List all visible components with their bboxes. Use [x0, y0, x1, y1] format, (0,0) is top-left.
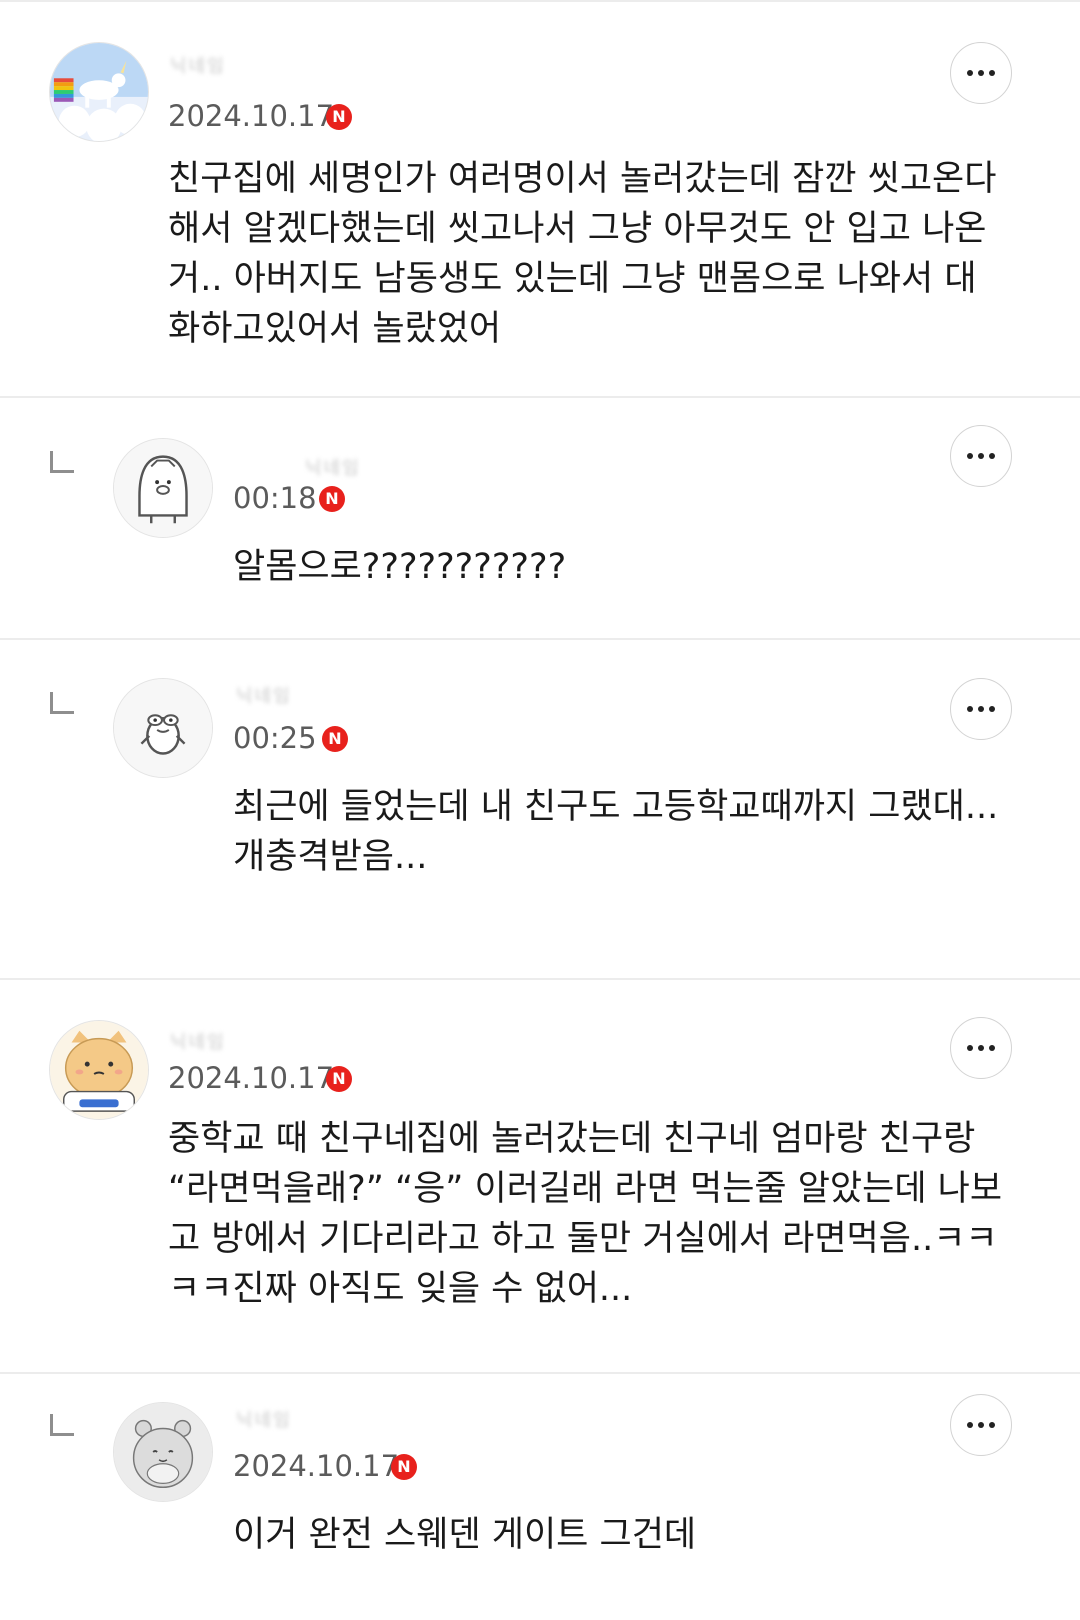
new-badge: N [326, 1066, 352, 1092]
more-options-button[interactable] [950, 678, 1012, 740]
more-options-button[interactable] [950, 1394, 1012, 1456]
comment-date: 00:18 [233, 481, 317, 515]
new-badge: N [322, 726, 348, 752]
author-name[interactable]: 닉네임 [305, 454, 361, 479]
comment-text-line: 알몸으로??????????? [233, 547, 567, 587]
dot-icon [989, 453, 995, 459]
dot-icon [978, 70, 984, 76]
more-options-button[interactable] [950, 425, 1012, 487]
dot-icon [967, 1422, 973, 1428]
dot-icon [989, 706, 995, 712]
dot-icon [978, 706, 984, 712]
author-name[interactable]: 닉네임 [170, 1028, 226, 1053]
frog-character-avatar[interactable] [113, 678, 213, 778]
comment-text-line: 중학교 때 친구네집에 놀러갔는데 친구네 엄마랑 친구랑 [168, 1119, 976, 1159]
comment-text-line: 친구집에 세명인가 여러명이서 놀러갔는데 잠깐 씻고온다 [168, 159, 997, 199]
cat-character-avatar[interactable] [49, 1020, 149, 1120]
dot-icon [989, 1045, 995, 1051]
unicorn-rainbow-avatar[interactable] [49, 42, 149, 142]
comment-text-line: ㅋㅋ진짜 아직도 잊을 수 없어... [168, 1269, 633, 1309]
comment-item: 닉네임 2024.10.17 N 친구집에 세명인가 여러명이서 놀러갔는데 잠… [0, 0, 1080, 398]
reply-arrow-icon [50, 451, 74, 473]
author-name[interactable]: 닉네임 [236, 682, 292, 707]
comment-text-line: 개충격받음... [233, 837, 428, 877]
comment-date: 00:25 [233, 721, 317, 755]
reply-arrow-icon [50, 1414, 74, 1436]
reply-item: 닉네임 00:18 N 알몸으로??????????? [0, 398, 1080, 640]
new-badge: N [326, 104, 352, 130]
comment-date: 2024.10.17 [168, 99, 335, 133]
reply-item: 닉네임 2024.10.17 N 이거 완전 스웨덴 게이트 그건데 [0, 1374, 1080, 1620]
dot-icon [967, 706, 973, 712]
comment-date: 2024.10.17 [233, 1449, 400, 1483]
new-badge: N [319, 486, 345, 512]
dot-icon [989, 70, 995, 76]
comment-text-line: 이거 완전 스웨덴 게이트 그건데 [233, 1515, 697, 1555]
comment-text-line: 거.. 아버지도 남동생도 있는데 그냥 맨몸으로 나와서 대 [168, 259, 977, 299]
more-options-button[interactable] [950, 1017, 1012, 1079]
comment-text-line: 해서 알겠다했는데 씻고나서 그냥 아무것도 안 입고 나온 [168, 209, 987, 249]
dot-icon [978, 1422, 984, 1428]
reply-item: 닉네임 00:25 N 최근에 들었는데 내 친구도 고등학교때까지 그랬대..… [0, 640, 1080, 980]
dot-icon [978, 1045, 984, 1051]
reply-arrow-icon [50, 692, 74, 714]
dot-icon [989, 1422, 995, 1428]
dot-icon [978, 453, 984, 459]
comment-date: 2024.10.17 [168, 1061, 335, 1095]
dot-icon [967, 453, 973, 459]
more-options-button[interactable] [950, 42, 1012, 104]
hamster-avatar[interactable] [113, 1402, 213, 1502]
comment-text-line: 고 방에서 기다리라고 하고 둘만 거실에서 라면먹음..ㅋㅋ [168, 1219, 998, 1259]
dot-icon [967, 70, 973, 76]
comment-text-line: 화하고있어서 놀랐었어 [168, 309, 502, 349]
author-name[interactable]: 닉네임 [170, 52, 226, 77]
comment-item: 닉네임 2024.10.17 N 중학교 때 친구네집에 놀러갔는데 친구네 엄… [0, 980, 1080, 1374]
dot-icon [967, 1045, 973, 1051]
comment-text-line: “라면먹을래?” “응” 이러길래 라면 먹는줄 알았는데 나보 [168, 1169, 1003, 1209]
comment-text-line: 최근에 들었는데 내 친구도 고등학교때까지 그랬대... [233, 787, 999, 827]
new-badge: N [391, 1454, 417, 1480]
penguin-avatar[interactable] [113, 438, 213, 538]
author-name[interactable]: 닉네임 [236, 1406, 292, 1431]
